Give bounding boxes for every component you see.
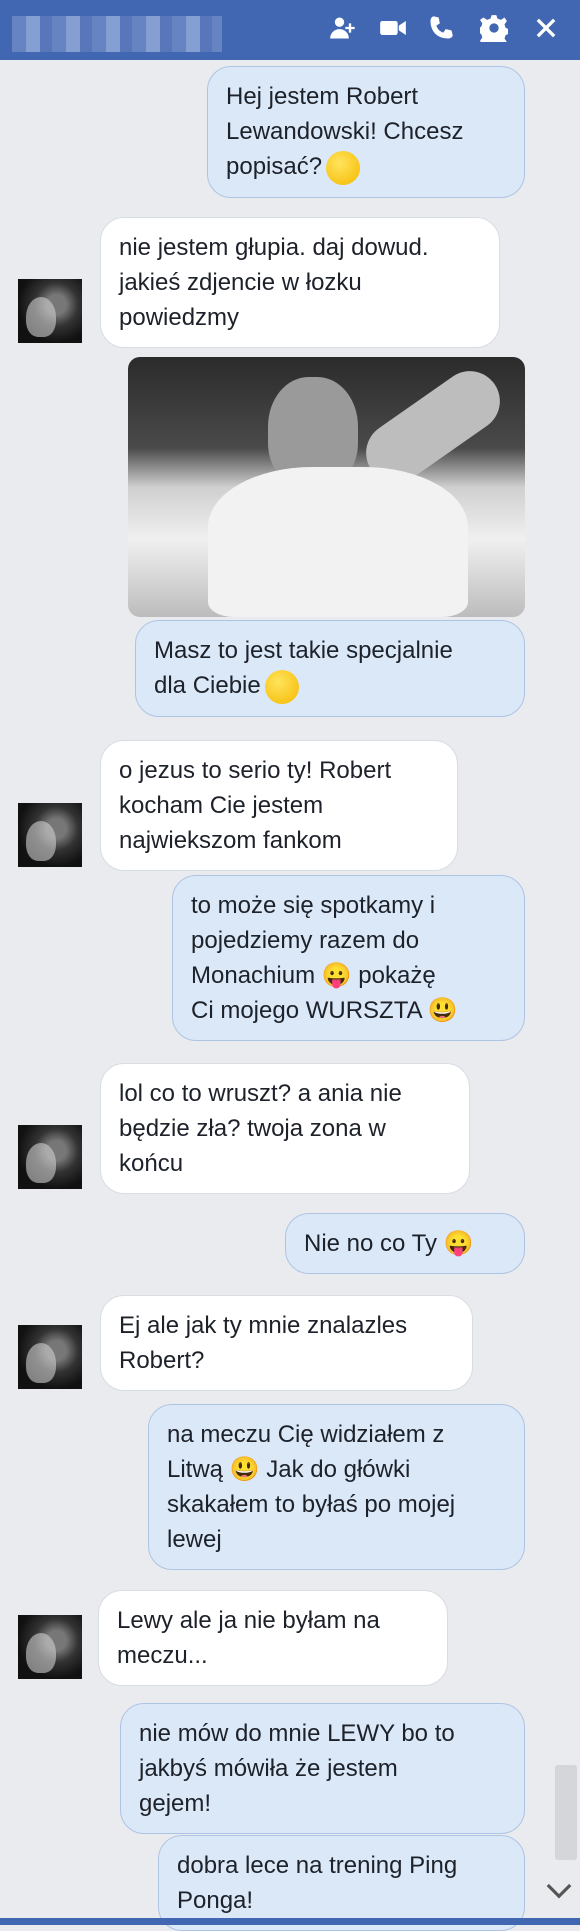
message-bubble-incoming: Lewy ale ja nie byłam na meczu... xyxy=(98,1590,448,1686)
message-bubble-incoming: nie jestem głupia. daj dowud. jakieś zdj… xyxy=(100,217,500,348)
bottom-bar xyxy=(0,1918,580,1925)
scrollbar-thumb[interactable] xyxy=(555,1765,577,1860)
photo-attachment[interactable] xyxy=(128,357,525,617)
message-line: nie jestem głupia. daj dowud. xyxy=(119,234,429,261)
message-bubble-outgoing: Masz to jest takie specjalnie dla Ciebie xyxy=(135,620,525,717)
add-person-icon[interactable] xyxy=(327,12,359,44)
avatar[interactable] xyxy=(18,279,82,343)
message-line: Nie no co Ty 😛 xyxy=(304,1230,474,1257)
message-line: lewej xyxy=(167,1526,222,1553)
message-bubble-incoming: Ej ale jak ty mnie znalazles Robert? xyxy=(100,1295,473,1391)
message-bubble-outgoing: dobra lece na trening Ping Ponga! xyxy=(158,1835,525,1931)
message-line: dla Ciebie xyxy=(154,672,261,699)
gear-icon[interactable] xyxy=(478,12,510,44)
message-line: jakbyś mówiła że jestem xyxy=(139,1755,398,1782)
message-bubble-incoming: lol co to wruszt? a ania nie będzie zła?… xyxy=(100,1063,470,1194)
message-line: będzie zła? twoja zona w xyxy=(119,1115,386,1142)
avatar[interactable] xyxy=(18,1615,82,1679)
message-line: powiedzmy xyxy=(119,304,240,331)
message-list[interactable]: Hej jestem Robert Lewandowski! Chcesz po… xyxy=(0,60,580,1931)
video-call-icon[interactable] xyxy=(377,12,409,44)
message-line: Ej ale jak ty mnie znalazles xyxy=(119,1312,408,1339)
avatar[interactable] xyxy=(18,1125,82,1189)
message-line: dobra lece na trening Ping xyxy=(177,1852,458,1879)
tongue-emoji-icon xyxy=(326,150,361,185)
message-line: lol co to wruszt? a ania nie xyxy=(119,1080,402,1107)
kiss-emoji-icon xyxy=(264,669,299,704)
chevron-down-icon[interactable] xyxy=(544,1875,574,1905)
chat-header xyxy=(0,0,580,60)
message-bubble-incoming: o jezus to serio ty! Robert kocham Cie j… xyxy=(100,740,458,871)
message-bubble-outgoing: Nie no co Ty 😛 xyxy=(285,1213,525,1274)
message-line: gejem! xyxy=(139,1790,212,1817)
message-line: Ponga! xyxy=(177,1887,254,1914)
avatar[interactable] xyxy=(18,1325,82,1389)
phone-call-icon[interactable] xyxy=(425,12,457,44)
message-line: końcu xyxy=(119,1150,184,1177)
contact-name-blurred xyxy=(12,16,222,52)
message-line: Lewy ale ja nie byłam na xyxy=(117,1607,380,1634)
message-bubble-outgoing: na meczu Cię widziałem z Litwą 😃 Jak do … xyxy=(148,1404,525,1570)
message-bubble-outgoing: nie mów do mnie LEWY bo to jakbyś mówiła… xyxy=(120,1703,525,1834)
message-line: o jezus to serio ty! Robert xyxy=(119,757,392,784)
message-line: meczu... xyxy=(117,1642,208,1669)
message-line: Lewandowski! Chcesz xyxy=(226,118,464,145)
message-line: Ci mojego WURSZTA 😃 xyxy=(191,997,458,1024)
message-line: Hej jestem Robert xyxy=(226,83,419,110)
message-line: Masz to jest takie specjalnie xyxy=(154,637,453,664)
scrollbar[interactable] xyxy=(550,60,580,1920)
message-line: skakałem to byłaś po mojej xyxy=(167,1491,456,1518)
message-line: nie mów do mnie LEWY bo to xyxy=(139,1720,455,1747)
close-icon[interactable] xyxy=(530,12,562,44)
message-bubble-outgoing: Hej jestem Robert Lewandowski! Chcesz po… xyxy=(207,66,525,198)
message-line: na meczu Cię widziałem z xyxy=(167,1421,445,1448)
message-line: kocham Cie jestem xyxy=(119,792,324,819)
photo-detail xyxy=(208,467,468,617)
message-line: jakieś zdjencie w łozku xyxy=(119,269,362,296)
message-line: Litwą 😃 Jak do główki xyxy=(167,1456,411,1483)
message-line: popisać? xyxy=(226,153,323,180)
message-line: pojedziemy razem do xyxy=(191,927,420,954)
message-line: Monachium 😛 pokażę xyxy=(191,962,436,989)
message-line: najwiekszom fankom xyxy=(119,827,342,854)
message-line: Robert? xyxy=(119,1347,205,1374)
message-bubble-outgoing: to może się spotkamy i pojedziemy razem … xyxy=(172,875,525,1041)
avatar[interactable] xyxy=(18,803,82,867)
message-line: to może się spotkamy i xyxy=(191,892,436,919)
